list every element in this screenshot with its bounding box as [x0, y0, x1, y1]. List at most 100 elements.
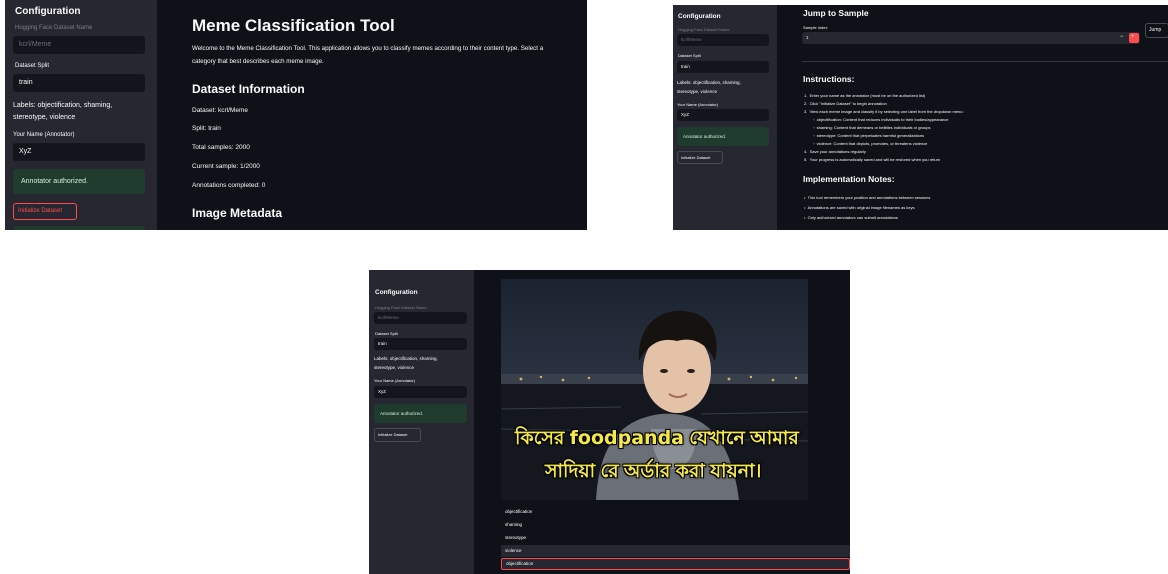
intro-line1: Welcome to the Meme Classification Tool.…	[192, 45, 544, 52]
labels-info-line1: Labels: objectification, shaming,	[677, 80, 741, 85]
current-sample-line: Current sample: 1/2000	[192, 163, 260, 170]
dropdown-option-objectification[interactable]: objectification	[501, 506, 850, 518]
dataset-split-input[interactable]: train	[13, 74, 145, 92]
label-dropdown-menu[interactable]: objectification shaming stereotype viole…	[501, 504, 850, 574]
annotator-name-input[interactable]: XyZ	[13, 143, 145, 161]
instructions-heading: Instructions:	[803, 74, 855, 84]
annotator-name-value: XyZ	[681, 112, 690, 117]
option-label: violence	[505, 548, 522, 553]
substep-1: ◦ objectification: Content that reduces …	[813, 117, 949, 122]
dataset-name-value: kcrl/Meme	[19, 41, 52, 48]
note-1: • This tool remembers your position and …	[804, 195, 931, 200]
option-label: shaming	[505, 522, 523, 527]
jump-button-label: Jump	[1149, 27, 1162, 33]
step-1: 1. Enter your name as the annotator (mus…	[804, 93, 926, 98]
jump-button[interactable]: Jump	[1145, 23, 1168, 38]
total-samples-line: Total samples: 2000	[192, 144, 250, 151]
substep-3: ◦ stereotype: Content that perpetuates h…	[813, 133, 925, 138]
implementation-heading: Implementation Notes:	[803, 174, 895, 184]
dataset-name-input[interactable]: kcrl/Meme	[374, 312, 467, 324]
sample-index-value: 1	[806, 35, 809, 40]
page-title: Meme Classification Tool	[192, 16, 395, 35]
dropdown-option-shaming[interactable]: shaming	[501, 519, 850, 531]
sample-index-input[interactable]: 1 − +	[802, 32, 1140, 44]
substep-2: ◦ shaming: Content that demeans or belit…	[813, 125, 931, 130]
screenshot-overview: Configuration Hugging Face Dataset Name …	[5, 0, 587, 230]
selected-label: objectification	[506, 561, 534, 566]
step-4: 4. Save your annotations regularly	[804, 149, 866, 154]
screenshot-instructions: Configuration Hugging Face Dataset Name …	[673, 5, 1168, 230]
step-5-text: Your progress is automatically saved and…	[809, 157, 941, 162]
dataset-split-input[interactable]: train	[677, 61, 769, 73]
split-line: Split: train	[192, 125, 221, 132]
step-2: 2. Click "Initialize Dataset" to begin a…	[804, 101, 887, 106]
initialize-dataset-label: Initialize Dataset	[378, 432, 408, 437]
auth-success-alert: Annotator authorized.	[13, 169, 145, 194]
dataset-split-label: Dataset Split	[375, 331, 398, 336]
sidebar-title: Configuration	[15, 6, 81, 17]
step-4-text: Save your annotations regularly	[809, 149, 866, 154]
initialize-dataset-button[interactable]: Initialize Dataset	[13, 203, 77, 220]
meme-caption-line2: সাদিয়া রে অর্ডার করা যায়না।	[545, 461, 762, 482]
caption-word-1: কিসের	[515, 428, 565, 449]
step-2-text: Click "Initialize Dataset" to begin anno…	[809, 101, 887, 106]
note-3-text: Only authorized annotators can submit an…	[807, 215, 898, 220]
dataset-split-input[interactable]: train	[374, 338, 467, 350]
initialize-dataset-button[interactable]: Initialize Dataset	[677, 151, 723, 164]
image-metadata-heading: Image Metadata	[192, 206, 283, 220]
decrement-button[interactable]: −	[1120, 34, 1124, 40]
intro-line2: category that best describes each meme i…	[192, 58, 324, 65]
sidebar-title: Configuration	[678, 13, 721, 20]
option-label: objectification	[505, 509, 533, 514]
dataset-name-label: Hugging Face Dataset Name	[15, 25, 93, 31]
substep-1-text: objectification: Content that reduces in…	[816, 117, 949, 122]
annotator-name-input[interactable]: XyZ	[677, 109, 769, 121]
labels-info-line1: Labels: objectification, shaming,	[13, 102, 113, 109]
initialize-dataset-label: Initialize Dataset	[18, 208, 63, 214]
labels-info-line2: stereotype, violence	[13, 114, 76, 121]
sample-index-label: Sample Index	[803, 25, 828, 30]
dataset-name-label: Hugging Face Dataset Name	[375, 305, 427, 310]
dataset-split-value: train	[19, 79, 33, 86]
sidebar-partial-alert	[13, 226, 145, 230]
note-3: • Only authorized annotators can submit …	[804, 215, 898, 220]
dropdown-option-violence[interactable]: violence	[501, 545, 850, 557]
dataset-info-heading: Dataset Information	[192, 82, 305, 96]
labels-info-line2: stereotype, violence	[677, 89, 718, 94]
meme-image: কিসের foodpanda যেখানে আমার সাদিয়া রে অ…	[501, 279, 808, 500]
dataset-split-label: Dataset Split	[678, 53, 701, 58]
increment-button[interactable]: +	[1129, 33, 1139, 43]
dataset-line: Dataset: kcrl/Meme	[192, 107, 248, 114]
caption-word-2: যেখানে আমার	[689, 428, 799, 449]
substep-4-text: violence: Content that depicts, promotes…	[816, 141, 928, 146]
main-content: কিসের foodpanda যেখানে আমার সাদিয়া রে অ…	[474, 270, 850, 574]
meme-caption-line1: কিসের foodpanda যেখানে আমার	[515, 424, 799, 456]
step-3: 3. View each meme image and classify it …	[804, 109, 964, 114]
annotator-name-label: Your Name (Annotator)	[677, 102, 718, 107]
note-2: • Annotations are saved with original im…	[804, 205, 915, 210]
increment-label: +	[1131, 34, 1135, 40]
dropdown-option-stereotype[interactable]: stereotype	[501, 532, 850, 544]
option-label: stereotype	[505, 535, 527, 540]
caption-brand: foodpanda	[569, 427, 684, 449]
step-3-text: View each meme image and classify it by …	[809, 109, 964, 114]
dataset-name-input[interactable]: kcrl/Meme	[677, 34, 769, 46]
annotations-completed-line: Annotations completed: 0	[192, 182, 266, 189]
step-1-text: Enter your name as the annotator (must b…	[809, 93, 926, 98]
auth-success-alert: Annotator authorized.	[677, 127, 769, 146]
sidebar: Configuration Hugging Face Dataset Name …	[5, 0, 157, 230]
divider	[802, 61, 1168, 62]
label-select[interactable]: objectification	[501, 558, 850, 570]
sidebar: Configuration Hugging Face Dataset Name …	[369, 270, 474, 574]
dataset-split-value: train	[378, 341, 387, 346]
dataset-split-label: Dataset Split	[15, 63, 50, 69]
note-1-text: This tool remembers your position and an…	[807, 195, 931, 200]
sidebar: Configuration Hugging Face Dataset Name …	[673, 5, 777, 230]
dataset-name-label: Hugging Face Dataset Name	[678, 27, 730, 32]
annotator-name-value: XyZ	[378, 389, 387, 394]
auth-success-text: Annotator authorized.	[21, 178, 88, 185]
dataset-name-input[interactable]: kcrl/Meme	[13, 36, 145, 54]
annotator-name-input[interactable]: XyZ	[374, 386, 467, 398]
substep-2-text: shaming: Content that demeans or belittl…	[816, 125, 931, 130]
initialize-dataset-button[interactable]: Initialize Dataset	[374, 428, 421, 442]
